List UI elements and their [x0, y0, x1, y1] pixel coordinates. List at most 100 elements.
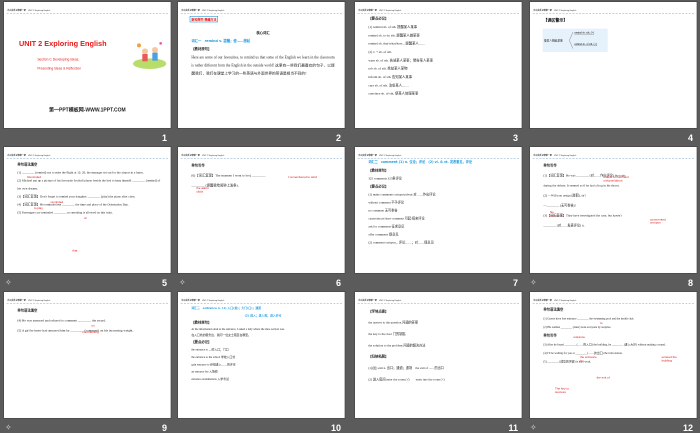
answer-annotation: on — [91, 323, 95, 327]
label: 【教材原句】 — [368, 168, 389, 173]
slide-thumbnail-3[interactable]: 高中英语 必修第一册 UNIT 2 Exploring English 【要点必记… — [355, 2, 522, 143]
list-item: inform sb. of sth. 告知某人某事 — [368, 75, 413, 79]
list-item: the entrance to ... 的入口；门口 — [191, 347, 229, 352]
list-item: (2) comment on/upon... 评论……；对……提意见 — [368, 240, 434, 245]
exercise-item: (2) His sudden ________ (enter) took eve… — [543, 325, 612, 329]
vocab-heading: 词汇一 remind v. 提醒；使……想起 — [191, 39, 251, 43]
label: 【教材原句】 — [191, 320, 212, 325]
header-divider — [357, 12, 519, 14]
exercise-item: (4) He was annoyed and refused to commen… — [17, 318, 106, 323]
header-divider — [532, 12, 694, 14]
vocab-heading: (2) 进入；进入权；进入许可 — [244, 313, 282, 318]
slide-thumbnail-6[interactable]: 高中英语 必修第一册 UNIT 2 Exploring English 单句写作 … — [178, 147, 345, 288]
header-divider — [180, 302, 342, 304]
section-heading: 核心词汇 — [256, 31, 270, 35]
list-item: no comment 无可奉告 — [368, 208, 398, 213]
answer-annotation: the entrance to — [579, 355, 597, 362]
paragraph: Here are some of our favourites, to remi… — [191, 55, 335, 76]
wrong-usage: remind sb. sth. (×) — [574, 31, 594, 35]
slide-canvas: 高中英语 必修第一册 UNIT 2 Exploring English 单句写作 … — [530, 147, 697, 273]
list-item: cause/attract/draw comment 引起/招来评论 — [368, 216, 425, 221]
answer-annotation: that — [72, 248, 78, 252]
list-item: without comment 不予评论 — [368, 200, 405, 205]
slide-thumbnail-5[interactable]: 高中英语 必修第一册 UNIT 2 Exploring English 单句语法填… — [4, 147, 171, 288]
answer-annotation: commenting — [82, 330, 99, 334]
slide-thumbnail-9[interactable]: 高中英语 必修第一册 UNIT 2 Exploring English 单句语法填… — [4, 292, 171, 433]
label: 【要点必记】 — [191, 340, 212, 344]
slide-header: 高中英语 必修第一册 UNIT 2 Exploring English — [181, 154, 225, 157]
list-item: (2) 进入房间 enter the room (√) enter into t… — [368, 377, 445, 382]
slide-subtitle: Presenting ideas & Reflection — [37, 66, 82, 71]
section-heading: 单句写作 — [543, 163, 557, 168]
answer-annotation: to — [599, 321, 603, 325]
slide-number: 7 — [512, 278, 518, 288]
exercise-item: (2) —Will you resign (辞职), sir? — [543, 194, 586, 198]
slide-canvas: 高中英语 必修第一册 UNIT 2 Exploring English 【误区警示… — [530, 2, 697, 128]
exercise-item: (3) After he found ________ (……的入口) the … — [543, 342, 666, 346]
list-item: the entrance to the school 学校入口处 — [191, 355, 236, 359]
list-item: gain entrance to 获得进入……的许可 — [191, 362, 236, 366]
header-divider — [180, 157, 342, 159]
header-divider — [6, 12, 168, 14]
slide-thumbnail-11[interactable]: 高中英语 必修第一册 UNIT 2 Exploring English 【学地点拨… — [355, 292, 522, 433]
list-item: (2) v. + sb. of sth. — [368, 50, 392, 54]
slide-header: 高中英语 必修第一册 UNIT 2 Exploring English — [7, 154, 51, 157]
section-heading: 单句写作 — [543, 333, 557, 338]
slide-header: 高中英语 必修第一册 UNIT 2 Exploring English — [358, 154, 402, 157]
slide-thumbnail-7[interactable]: 高中英语 必修第一册 UNIT 2 Exploring English 词汇二 c… — [355, 147, 522, 288]
right-usage: remind sb. of sth. (√) — [574, 42, 597, 46]
slide-thumbnail-1[interactable]: 高中英语 必修第一册 UNIT 2 Exploring English UNIT … — [4, 2, 171, 143]
header-divider — [6, 157, 168, 159]
label: 【教材原句】 — [191, 47, 212, 51]
slide-thumbnail-12[interactable]: 高中英语 必修第一册 UNIT 2 Exploring English 单句语法填… — [530, 292, 697, 433]
list-item: entrance examinations 入学考试 — [191, 377, 229, 381]
slide-number: 3 — [512, 133, 518, 143]
slide-header: 高中英语 必修第一册 UNIT 2 Exploring English — [7, 299, 51, 302]
list-item: ask for comments 征求意见 — [368, 224, 405, 229]
label: 【要点必记】 — [368, 184, 389, 189]
meaning-text: 使某人想起某事 — [543, 38, 563, 42]
slide-canvas: 高中英语 必修第一册 UNIT 2 Exploring English UNIT … — [4, 2, 171, 128]
slide-thumbnail-10[interactable]: 高中英语 必修第一册 UNIT 2 Exploring English 词汇三 e… — [178, 292, 345, 433]
slide-header: 高中英语 必修第一册 UNIT 2 Exploring English — [181, 299, 225, 302]
slide-number: 4 — [687, 133, 693, 143]
slide-title: UNIT 2 Exploring English — [18, 39, 107, 48]
slide-thumbnail-8[interactable]: 高中英语 必修第一册 UNIT 2 Exploring English 单句写作 … — [530, 147, 697, 288]
answer-annotation: commented on/upon — [649, 217, 666, 225]
answer-annotation: the alarm clock — [196, 186, 209, 193]
animation-star-icon[interactable]: ✧ — [179, 278, 186, 287]
section-heading: 单句语法填空 — [17, 162, 38, 167]
section-tag: 新知探究·精编方法 — [189, 15, 219, 23]
exercise-item: (2) Michael put up a picture of his favo… — [17, 179, 161, 191]
header-divider — [357, 302, 519, 304]
animation-star-icon[interactable]: ✧ — [530, 278, 537, 287]
answer-annotation: unable to comment on/upon/about — [603, 175, 629, 182]
slide-header: 高中英语 必修第一册 UNIT 2 Exploring English — [533, 154, 577, 157]
list-item: an entrance fee 入场费 — [191, 369, 218, 374]
animation-star-icon[interactable]: ✧ — [5, 278, 12, 287]
answer-annotation: I remembered to wind — [287, 175, 318, 179]
answer-annotation: entered the building — [661, 355, 677, 362]
list-item: (1) make comments on/upon/about 对……作出评论 — [368, 192, 436, 197]
label: 【要点必记】 — [368, 16, 389, 21]
slide-number: 6 — [335, 278, 341, 288]
slide-header: 高中英语 必修第一册 UNIT 2 Exploring English — [7, 9, 51, 12]
list-item: the key to the door 门的钥匙 — [368, 332, 406, 336]
kids-illustration-icon — [132, 41, 167, 69]
slide-canvas: 高中英语 必修第一册 UNIT 2 Exploring English 【学地点拨… — [355, 292, 522, 418]
answer-annotation: the exit of — [596, 375, 610, 380]
header-divider — [6, 302, 168, 304]
slide-thumbnail-2[interactable]: 高中英语 必修第一册 UNIT 2 Exploring English 新知探究·… — [178, 2, 345, 143]
label: 【学地点拨】 — [368, 309, 389, 314]
section-heading: 单句语法填空 — [543, 307, 564, 312]
list-item: cure sb. of sth. 治愈某人…… — [368, 83, 409, 88]
slide-number: 12 — [682, 423, 693, 433]
slide-number: 1 — [161, 133, 167, 143]
answer-annotation: No comment — [549, 210, 563, 217]
exercise-item: during the debate. It seemed as if he ha… — [543, 184, 620, 188]
slide-thumbnail-4[interactable]: 高中英语 必修第一册 UNIT 2 Exploring English 【误区警示… — [530, 2, 697, 143]
slide-header: 高中英语 必修第一册 UNIT 2 Exploring English — [533, 299, 577, 302]
slide-header: 高中英语 必修第一册 UNIT 2 Exploring English — [181, 9, 225, 12]
slide-canvas: 高中英语 必修第一册 UNIT 2 Exploring English 新知探究·… — [178, 2, 345, 128]
header-divider — [180, 12, 342, 14]
